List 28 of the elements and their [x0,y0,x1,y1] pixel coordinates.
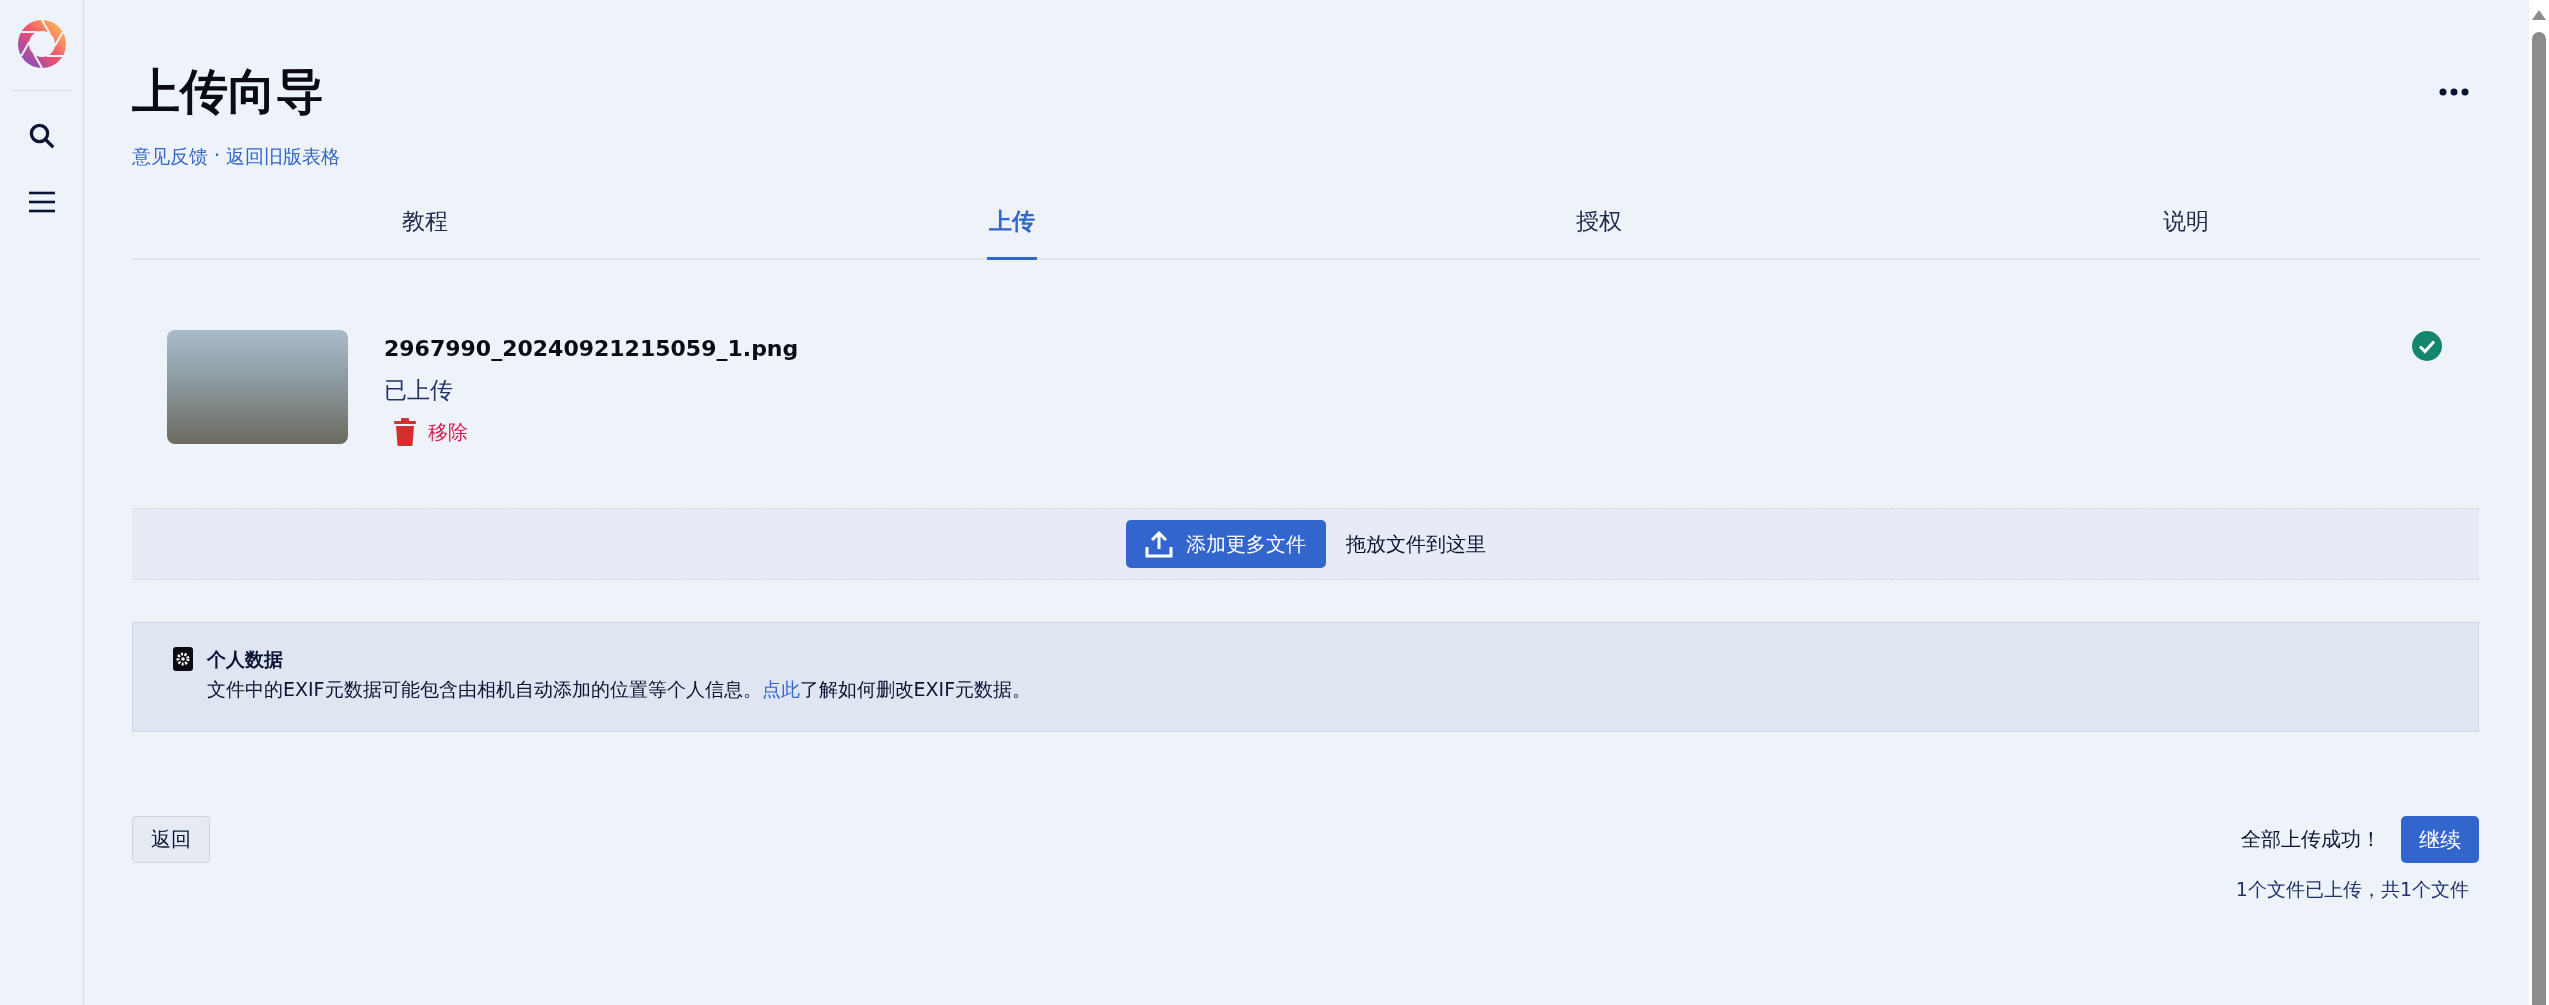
tab[interactable]: 授权 [1573,196,1624,260]
tab[interactable]: 上传 [987,196,1038,260]
aperture-logo[interactable] [15,18,68,70]
file-name: 2967990_20240921215059_1.png [384,336,800,361]
back-button[interactable]: 返回 [132,816,210,863]
check-circle-icon [2411,330,2443,362]
help-link[interactable]: 点此 [761,678,800,700]
file-status: 已上传 [384,376,454,405]
upload-count: 1个文件已上传，共1个文件 [2235,877,2469,902]
upload-icon [1143,529,1174,559]
add-files-button[interactable]: 添加更多文件 [1125,520,1326,568]
remove-button[interactable]: 移除 [384,418,468,446]
continue-button[interactable]: 继续 [2401,816,2479,863]
notice-title: 个人数据 [207,647,284,672]
drop-zone[interactable]: 添加更多文件 拖放文件到这里 [132,508,2479,580]
gear-icon [173,647,193,671]
success-message: 全部上传成功！ [2241,826,2381,853]
old-form-link[interactable]: 返回旧版表格 [226,144,341,170]
scrollbar[interactable] [2529,0,2549,1005]
feedback-link[interactable]: 意见反馈 [132,144,208,170]
drop-hint: 拖放文件到这里 [1345,530,1486,558]
trash-icon [394,418,416,446]
page-title: 上传向导 [132,62,325,121]
tab[interactable]: 教程 [400,196,451,260]
tab[interactable]: 说明 [2160,196,2211,260]
scroll-up-icon[interactable] [2532,10,2546,20]
notice-text: 文件中的EXIF元数据可能包含由相机自动添加的位置等个人信息。点此了解如何删改EXIF元数据。 [207,677,1032,702]
link-separator: · [214,144,221,168]
